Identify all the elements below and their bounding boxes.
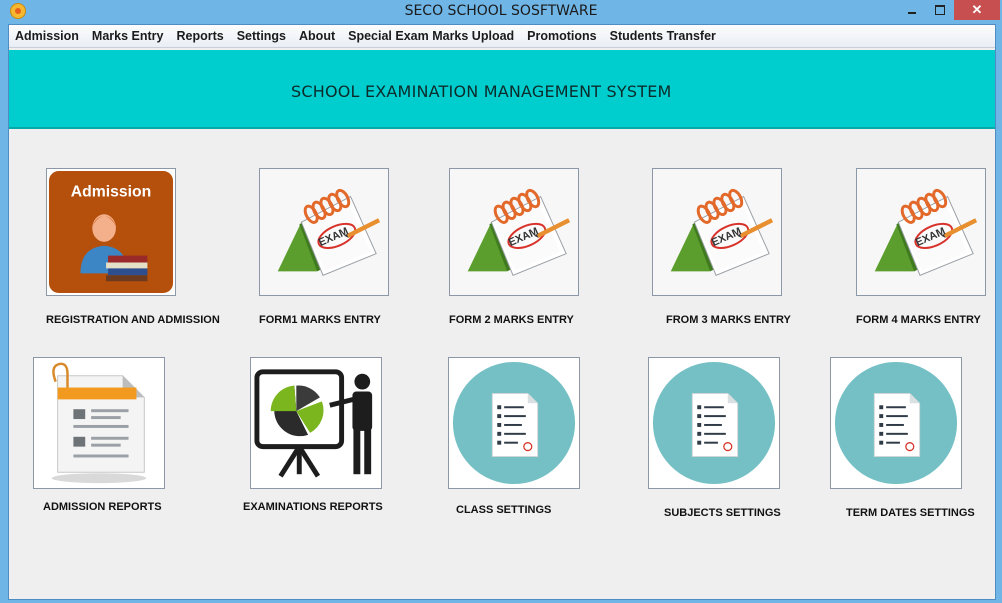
admission-tile-label: REGISTRATION AND ADMISSION <box>46 314 220 326</box>
minimize-button[interactable] <box>898 0 926 20</box>
admission-tile-button[interactable]: Admission <box>46 168 176 296</box>
class-settings-button[interactable] <box>448 357 580 489</box>
menu-reports[interactable]: Reports <box>170 29 229 43</box>
menu-bar: Admission Marks Entry Reports Settings A… <box>9 25 995 48</box>
minimize-icon <box>908 12 916 14</box>
exam-notepad-icon: EXAM <box>276 186 382 277</box>
checklist-document-icon <box>449 358 579 488</box>
menu-admission[interactable]: Admission <box>9 29 85 43</box>
banner: SCHOOL EXAMINATION MANAGEMENT SYSTEM <box>9 50 995 129</box>
exam-notepad-icon: EXAM <box>669 186 775 277</box>
title-bar: SECO SCHOOL SOSFTWARE ✕ <box>0 0 1002 24</box>
maximize-button[interactable] <box>927 0 953 20</box>
menu-special-exam-marks-upload[interactable]: Special Exam Marks Upload <box>342 29 520 43</box>
admission-icon-label: Admission <box>71 184 152 201</box>
menu-students-transfer[interactable]: Students Transfer <box>604 29 722 43</box>
form4-marks-entry-button[interactable]: EXAM <box>856 168 986 296</box>
admission-reports-button[interactable] <box>33 357 165 489</box>
form2-marks-entry-button[interactable]: EXAM <box>449 168 579 296</box>
class-settings-label: CLASS SETTINGS <box>456 504 552 516</box>
menu-about[interactable]: About <box>293 29 341 43</box>
form1-marks-entry-label: FORM1 MARKS ENTRY <box>259 314 381 326</box>
term-dates-settings-button[interactable] <box>830 357 962 489</box>
menu-marks-entry[interactable]: Marks Entry <box>86 29 170 43</box>
application-window: SECO SCHOOL SOSFTWARE ✕ Admission Marks … <box>0 0 1002 603</box>
form3-marks-entry-label: FROM 3 MARKS ENTRY <box>666 314 791 326</box>
term-dates-settings-label: TERM DATES SETTINGS <box>846 507 975 519</box>
menu-promotions[interactable]: Promotions <box>521 29 602 43</box>
subjects-settings-label: SUBJECTS SETTINGS <box>664 507 781 519</box>
checklist-document-icon <box>649 358 779 488</box>
menu-settings[interactable]: Settings <box>231 29 292 43</box>
main-panel: Admission Marks Entry Reports Settings A… <box>8 24 996 600</box>
form3-marks-entry-button[interactable]: EXAM <box>652 168 782 296</box>
checklist-document-icon <box>831 358 961 488</box>
examinations-reports-label: EXAMINATIONS REPORTS <box>243 501 383 513</box>
clipboard-document-icon <box>34 358 164 488</box>
exam-notepad-icon: EXAM <box>873 186 979 277</box>
maximize-icon <box>935 5 945 15</box>
presentation-pie-chart-icon <box>251 358 381 488</box>
subjects-settings-button[interactable] <box>648 357 780 489</box>
form1-marks-entry-button[interactable]: EXAM <box>259 168 389 296</box>
window-title: SECO SCHOOL SOSFTWARE <box>404 3 598 19</box>
banner-title: SCHOOL EXAMINATION MANAGEMENT SYSTEM <box>291 82 672 101</box>
admission-reports-label: ADMISSION REPORTS <box>43 501 162 513</box>
form2-marks-entry-label: FORM 2 MARKS ENTRY <box>449 314 574 326</box>
close-icon: ✕ <box>971 2 983 17</box>
examinations-reports-button[interactable] <box>250 357 382 489</box>
admission-person-books-icon: Admission <box>47 169 175 295</box>
exam-notepad-icon: EXAM <box>466 186 572 277</box>
form4-marks-entry-label: FORM 4 MARKS ENTRY <box>856 314 981 326</box>
close-button[interactable]: ✕ <box>954 0 1000 20</box>
